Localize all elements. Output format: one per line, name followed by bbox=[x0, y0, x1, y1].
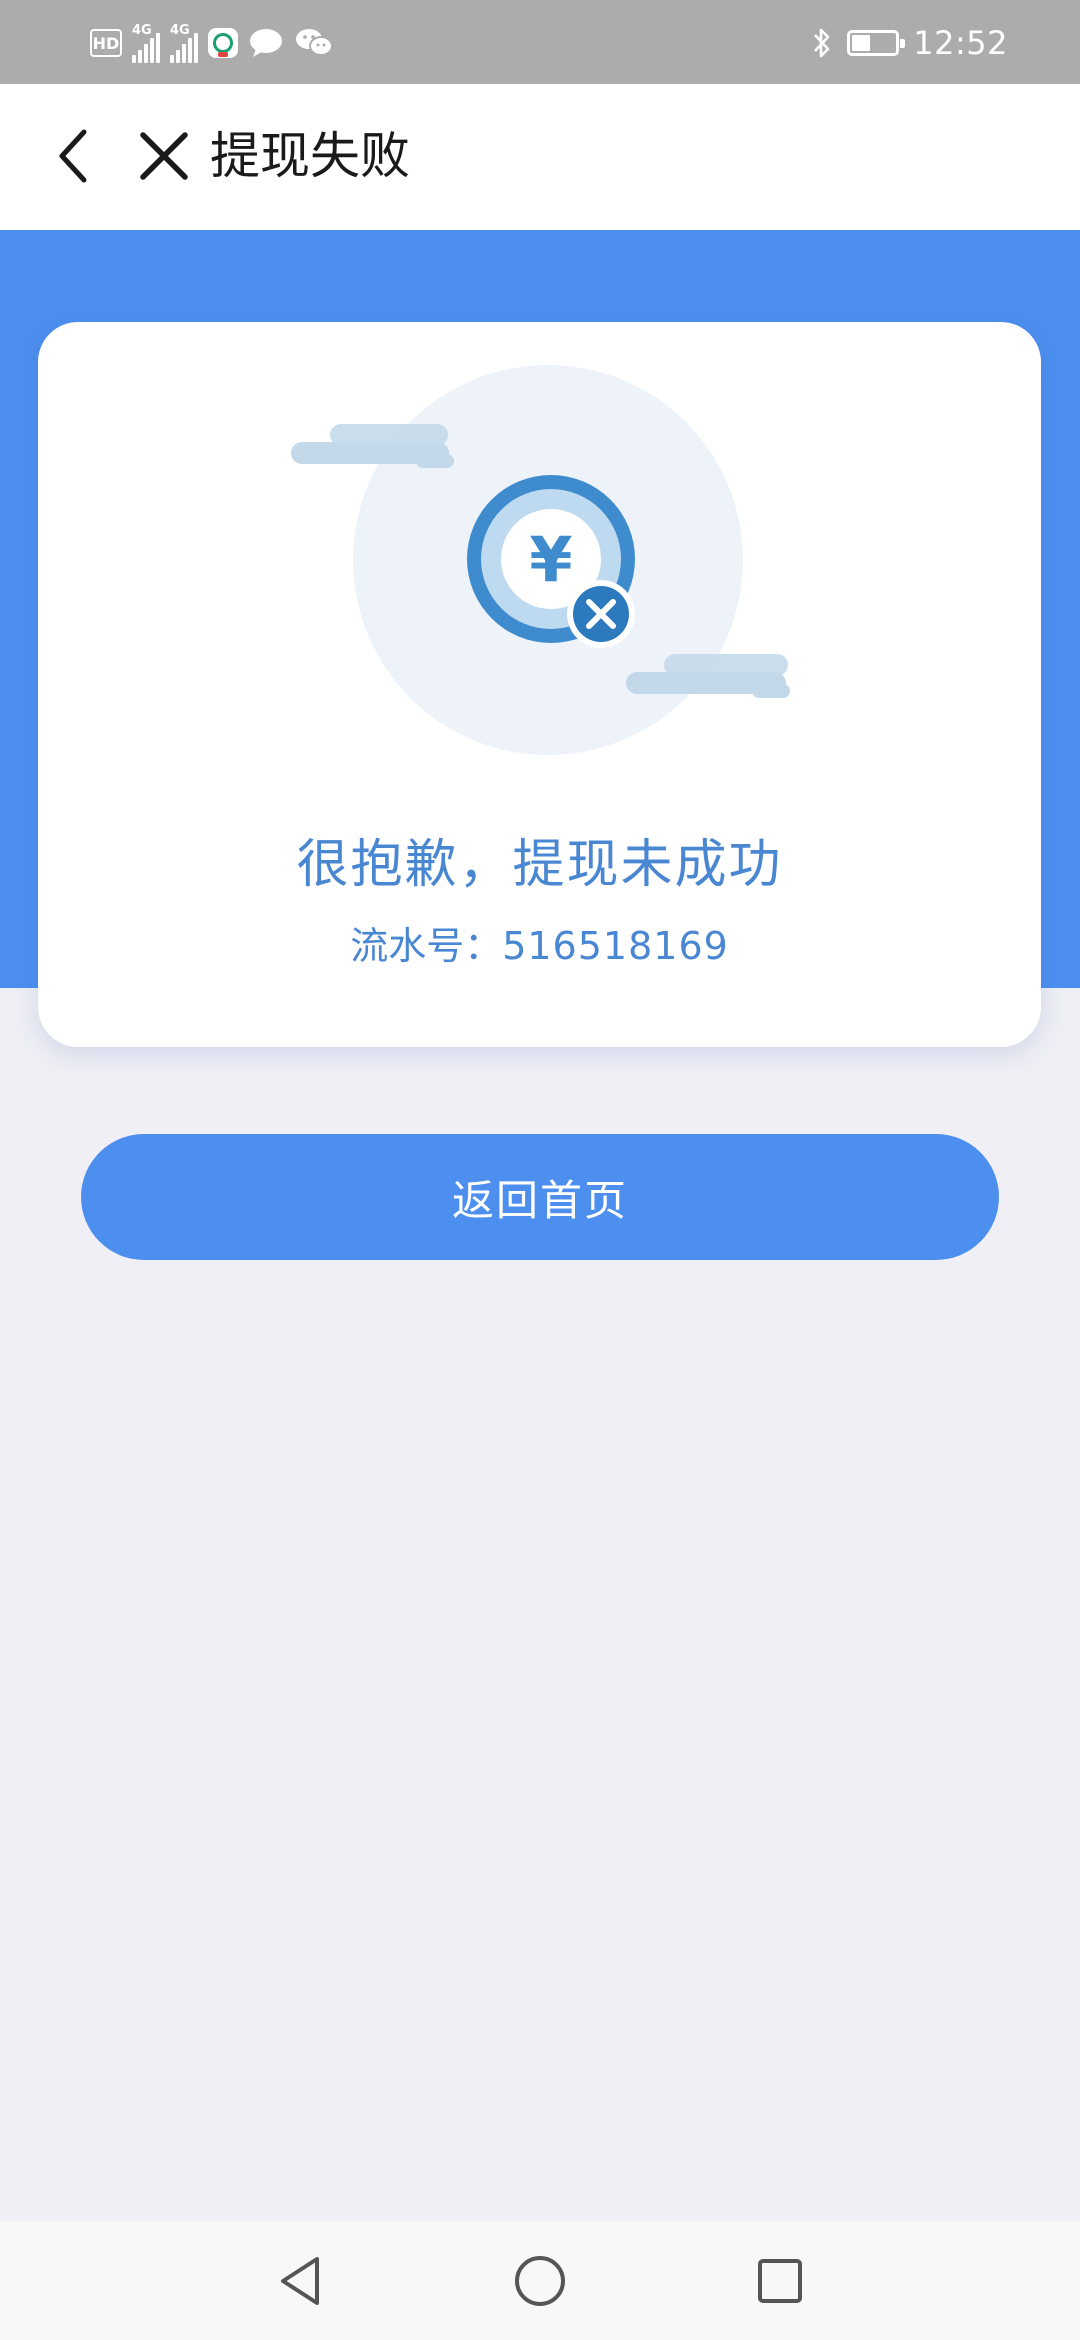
battery-icon bbox=[847, 30, 906, 56]
nav-bar: 提现失败 bbox=[0, 84, 1080, 230]
bluetooth-icon bbox=[814, 28, 830, 58]
screen: HD 4G 4G 12:52 提现失败 ¥ 很抱歉，提现未成功 流水号：5165… bbox=[0, 0, 1080, 2340]
close-button[interactable] bbox=[126, 118, 202, 194]
signal-icon: 4G bbox=[132, 23, 160, 63]
serial-number-line: 流水号：516518169 bbox=[38, 915, 1041, 970]
app-notification-icon bbox=[208, 28, 238, 58]
system-home-button[interactable] bbox=[508, 2249, 572, 2313]
signal-icon: 4G bbox=[170, 23, 198, 63]
system-recents-button[interactable] bbox=[748, 2249, 812, 2313]
back-button[interactable] bbox=[36, 120, 108, 192]
illustration: ¥ bbox=[291, 365, 790, 755]
system-nav-bar bbox=[0, 2221, 1080, 2340]
status-time: 12:52 bbox=[913, 24, 1008, 62]
result-card: ¥ 很抱歉，提现未成功 流水号：516518169 bbox=[38, 322, 1041, 1047]
recents-square-icon bbox=[758, 2259, 802, 2303]
back-triangle-icon bbox=[281, 2257, 319, 2305]
serial-number: 516518169 bbox=[502, 924, 729, 968]
status-bar: HD 4G 4G 12:52 bbox=[0, 0, 1080, 84]
cloud-left-icon bbox=[291, 424, 454, 468]
close-icon bbox=[140, 132, 188, 180]
result-title: 很抱歉，提现未成功 bbox=[296, 835, 783, 895]
message-icon bbox=[250, 29, 282, 57]
hd-icon: HD bbox=[90, 29, 122, 57]
hd-label: HD bbox=[92, 33, 120, 53]
return-home-button[interactable]: 返回首页 bbox=[81, 1134, 999, 1260]
serial-label: 流水号： bbox=[350, 924, 503, 968]
status-bar-left: HD 4G 4G bbox=[90, 18, 334, 68]
chevron-left-icon bbox=[59, 129, 87, 183]
network-type-label: 4G bbox=[170, 23, 190, 38]
system-back-button[interactable] bbox=[268, 2249, 332, 2313]
wechat-icon bbox=[296, 29, 333, 56]
status-bar-right: 12:52 bbox=[811, 18, 1008, 68]
network-type-label: 4G bbox=[132, 23, 152, 38]
home-circle-icon bbox=[515, 2256, 565, 2306]
page-title: 提现失败 bbox=[210, 127, 410, 185]
svg-text:¥: ¥ bbox=[529, 523, 572, 596]
